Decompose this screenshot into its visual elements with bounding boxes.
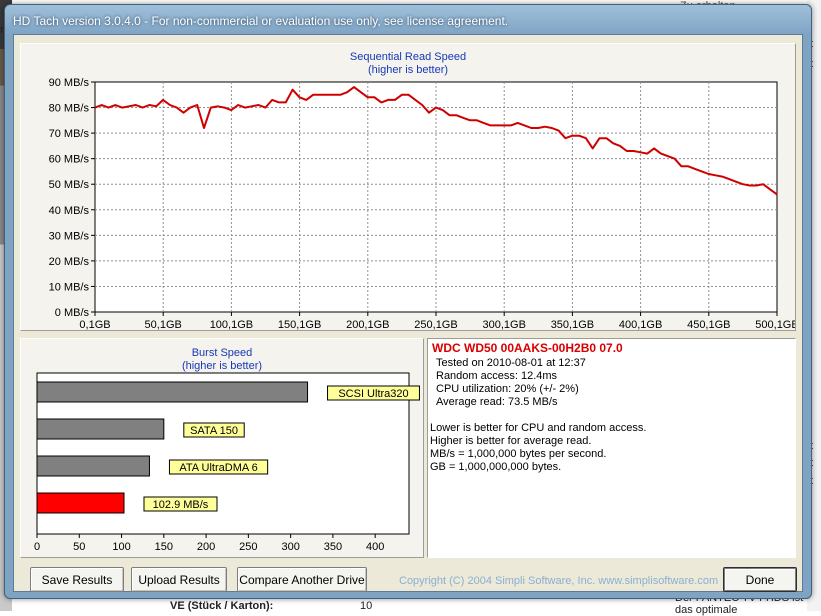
copyright-text: Copyright (C) 2004 Simpli Software, Inc.… [399, 575, 719, 587]
burst-bar-measured [36, 492, 125, 514]
read-x-tick-label: 400,1GB [619, 319, 662, 330]
note-higher-better: Higher is better for average read. [430, 435, 592, 447]
compare-another-drive-button[interactable]: Compare Another Drive [237, 567, 367, 592]
save-results-button[interactable]: Save Results [30, 567, 124, 592]
read-x-tick-label: 300,1GB [482, 319, 525, 330]
info-cpu-utilization: CPU utilization: 20% (+/- 2%) [436, 383, 579, 395]
burst-bar-label: SATA 150 [190, 425, 238, 437]
read-y-tick-label: 50 MB/s [49, 179, 90, 191]
window-client-area: Sequential Read Speed (higher is better)… [13, 34, 803, 592]
read-x-tick-label: 100,1GB [210, 319, 253, 330]
drive-info-panel: WDC WD50 00AAKS-00H2B0 07.0 Tested on 20… [427, 338, 796, 558]
drive-name: WDC WD50 00AAKS-00H2B0 07.0 [432, 341, 623, 355]
upload-results-button[interactable]: Upload Results [131, 567, 227, 592]
read-y-tick-label: 40 MB/s [49, 205, 90, 217]
burst-x-tick-label: 250 [239, 541, 257, 553]
burst-bar-label: 102.9 MB/s [153, 499, 209, 511]
note-gb-definition: GB = 1,000,000,000 bytes. [430, 461, 562, 473]
read-x-tick-label: 50,1GB [145, 319, 182, 330]
read-x-tick-label: 500,1GB [755, 319, 795, 330]
read-x-tick-label: 200,1GB [346, 319, 389, 330]
read-x-tick-label: 250,1GB [414, 319, 457, 330]
read-y-tick-label: 60 MB/s [49, 154, 90, 166]
read-plot-area [94, 81, 778, 313]
burst-x-tick-label: 350 [324, 541, 342, 553]
burst-speed-panel: Burst Speed (higher is better) 0 50 100 150… [20, 338, 424, 558]
burst-bar-reference [36, 455, 150, 477]
read-x-tick-label: 0,1GB [79, 319, 110, 330]
sequential-read-panel: Sequential Read Speed (higher is better)… [20, 43, 796, 331]
read-y-tick-label: 80 MB/s [49, 103, 90, 115]
info-tested-on: Tested on 2010-08-01 at 12:37 [436, 357, 586, 369]
read-x-tick-label: 150,1GB [278, 319, 321, 330]
read-y-tick-label: 20 MB/s [49, 256, 90, 268]
hdtach-window: HD Tach version 3.0.4.0 - For non-commer… [4, 4, 812, 599]
sequential-read-chart: 0 MB/s 10 MB/s 20 MB/s 30 MB/s 40 MB/s 50 MB/… [49, 77, 795, 330]
background-bottom-value: 10 [360, 600, 373, 612]
read-y-tick-label: 90 MB/s [49, 77, 90, 89]
burst-x-tick-label: 400 [366, 541, 384, 553]
burst-bar-label: SCSI Ultra320 [338, 388, 408, 400]
read-y-tick-label: 30 MB/s [49, 230, 90, 242]
burst-x-tick-label: 200 [197, 541, 215, 553]
done-button[interactable]: Done [723, 567, 797, 592]
read-y-tick-label: 70 MB/s [49, 128, 90, 140]
burst-x-tick-label: 300 [281, 541, 299, 553]
burst-bar-reference [36, 418, 165, 440]
window-title: HD Tach version 3.0.4.0 - For non-commer… [13, 14, 509, 28]
burst-speed-chart: 0 50 100 150 200 250 300 350 400 SCSI Ultra320 SAT… [34, 372, 420, 553]
read-y-tick-label: 10 MB/s [49, 281, 90, 293]
burst-x-tick-label: 0 [34, 541, 40, 553]
background-bottom-right-text-2: das optimale [675, 604, 738, 616]
burst-x-tick-label: 100 [112, 541, 130, 553]
burst-bar-label: ATA UltraDMA 6 [179, 462, 257, 474]
burst-bar-reference [36, 381, 309, 403]
burst-x-tick-label: 50 [73, 541, 85, 553]
read-y-tick-label: 0 MB/s [55, 307, 90, 319]
info-average-read: Average read: 73.5 MB/s [436, 396, 558, 408]
info-random-access: Random access: 12.4ms [436, 370, 558, 382]
background-bottom-label: VE (Stück / Karton): [170, 600, 274, 612]
read-x-tick-label: 450,1GB [687, 319, 730, 330]
note-lower-better: Lower is better for CPU and random acces… [430, 422, 647, 434]
note-mb-definition: MB/s = 1,000,000 bytes per second. [430, 448, 607, 460]
read-x-tick-label: 350,1GB [551, 319, 594, 330]
burst-x-tick-label: 150 [155, 541, 173, 553]
